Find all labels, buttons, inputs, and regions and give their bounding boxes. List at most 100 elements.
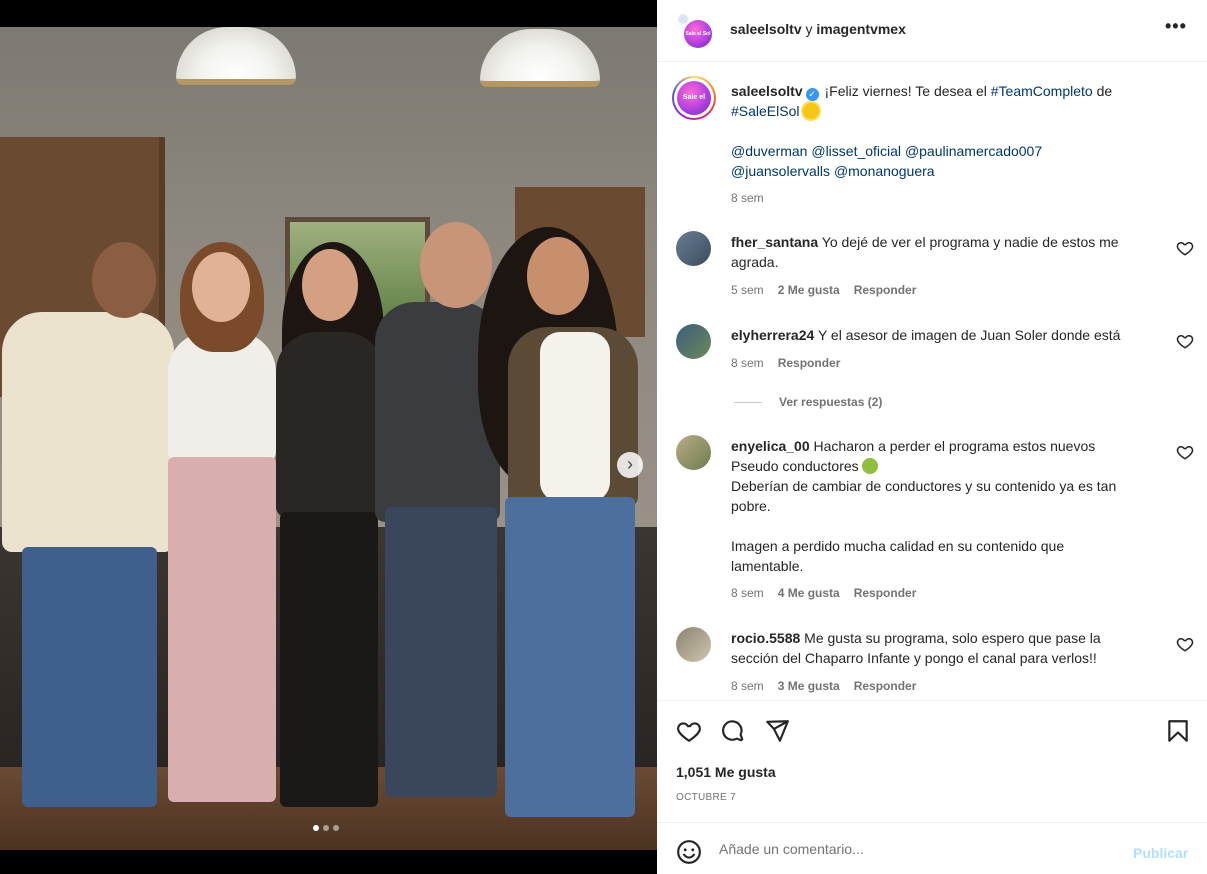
comment-username[interactable]: rocio.5588: [731, 630, 800, 646]
comment-text: rocio.5588 Me gusta su programa, solo es…: [731, 628, 1171, 668]
carousel-indicator: [313, 825, 339, 831]
comment-time: 8 sem: [731, 586, 764, 600]
sun-emoji-icon: [802, 103, 819, 119]
caption-text-before: ¡Feliz viernes! Te desea el: [824, 83, 987, 99]
mention-lisset-oficial[interactable]: @lisset_oficial: [811, 143, 901, 159]
header-collaborator-link[interactable]: imagentvmex: [816, 21, 905, 37]
comment-likes[interactable]: 2 Me gusta: [778, 283, 840, 297]
verified-badge-icon: ✓: [805, 88, 819, 101]
comment-time: 8 sem: [731, 356, 764, 370]
likes-count[interactable]: 1,051 Me gusta: [676, 764, 776, 780]
paper-plane-icon[interactable]: [764, 718, 790, 744]
comments-scroll-area[interactable]: Sale el Sol saleelsoltv✓ ¡Feliz viernes!…: [657, 63, 1207, 700]
comment-line: Pseudo conductores: [731, 458, 859, 474]
comment-line: lamentable.: [731, 558, 804, 574]
comment-meta: 5 sem 2 Me gusta Responder: [731, 283, 916, 297]
comment-heart-icon[interactable]: [1176, 239, 1194, 257]
hashtag-teamcompleto[interactable]: #TeamCompleto: [991, 83, 1093, 99]
mention-juansolervalls[interactable]: @juansolervalls: [731, 163, 830, 179]
sale-el-sol-logo-icon: Sale el Sol: [677, 81, 711, 115]
photo-person-3-head: [302, 249, 358, 321]
comment-line: Yo dejé de ver el programa y nadie de es…: [821, 234, 1119, 250]
mention-monanoguera[interactable]: @monanoguera: [834, 163, 935, 179]
comment-heart-icon[interactable]: [1176, 332, 1194, 350]
caption-text-mid: de: [1096, 83, 1113, 99]
post-date: OCTUBRE 7: [676, 792, 736, 803]
photo-person-1: [2, 312, 174, 552]
post-detail-panel: Sale el Sol saleelsoltv y imagentvmex ••…: [657, 0, 1207, 874]
comment-username[interactable]: elyherrera24: [731, 327, 814, 343]
comment-likes[interactable]: 4 Me gusta: [778, 586, 840, 600]
commenter-avatar[interactable]: [676, 231, 711, 266]
publish-button[interactable]: Publicar: [1133, 845, 1188, 861]
carousel-next-button[interactable]: ›: [617, 452, 643, 478]
photo-person-5-top: [540, 332, 610, 502]
comment-text: fher_santana Yo dejé de ver el programa …: [731, 232, 1171, 272]
replies-divider: [734, 402, 762, 403]
comment-username[interactable]: enyelica_00: [731, 438, 810, 454]
comment-line: Me gusta su programa, solo espero que pa…: [804, 630, 1101, 646]
reply-button[interactable]: Responder: [854, 679, 917, 693]
comment-username[interactable]: fher_santana: [731, 234, 818, 250]
comment-line: sección del Chaparro Infante y pongo el …: [731, 650, 1097, 666]
more-horizontal-icon[interactable]: •••: [1165, 16, 1187, 37]
comment-line: Y el asesor de imagen de Juan Soler dond…: [817, 327, 1121, 343]
comment-icon[interactable]: [720, 718, 746, 744]
reply-button[interactable]: Responder: [854, 283, 917, 297]
comment-line: Imagen a perdido mucha calidad en su con…: [731, 538, 1065, 554]
sale-el-sol-logo-icon: Sale el Sol: [684, 20, 712, 48]
comment-input[interactable]: [719, 837, 1099, 861]
post-photo[interactable]: ›: [0, 27, 657, 850]
caption-time[interactable]: 8 sem: [731, 191, 764, 205]
post-header: Sale el Sol saleelsoltv y imagentvmex ••…: [657, 0, 1207, 62]
reply-button[interactable]: Responder: [778, 356, 841, 370]
comment-time: 5 sem: [731, 283, 764, 297]
comment-line: Deberían de cambiar de conductores y su …: [731, 478, 1117, 494]
caption-text: saleelsoltv ✓ ¡Feliz viernes! Te desea el…: [731, 81, 1171, 121]
photo-person-2-pants: [168, 457, 276, 802]
carousel-dot: [333, 825, 339, 831]
comment-time: 8 sem: [731, 679, 764, 693]
commenter-avatar[interactable]: [676, 435, 711, 470]
post-header-title: saleelsoltv y imagentvmex: [730, 21, 906, 37]
photo-person-4-jeans: [385, 507, 497, 797]
bookmark-icon[interactable]: [1165, 718, 1191, 744]
mention-duverman[interactable]: @duverman: [731, 143, 807, 159]
account-avatar[interactable]: Sale el Sol: [674, 10, 714, 50]
photo-person-3-pants: [280, 512, 378, 807]
comment-composer: Publicar: [657, 822, 1207, 874]
comment-text: enyelica_00 Hacharon a perder el program…: [731, 436, 1171, 576]
carousel-dot: [323, 825, 329, 831]
carousel-dot-active: [313, 825, 319, 831]
photo-person-1-jeans: [22, 547, 157, 807]
emoji-smiley-icon[interactable]: [676, 839, 702, 865]
caption-meta: 8 sem: [731, 191, 764, 205]
photo-person-5-head: [527, 237, 589, 315]
header-connector: y: [805, 21, 813, 37]
comment-line: agrada.: [731, 254, 779, 270]
commenter-avatar[interactable]: [676, 627, 711, 662]
hashtag-saleelsol[interactable]: #SaleElSol: [731, 103, 800, 119]
photo-person-3: [276, 332, 384, 517]
reply-button[interactable]: Responder: [854, 586, 917, 600]
mention-paulinamercado007[interactable]: @paulinamercado007: [905, 143, 1042, 159]
comment-meta: 8 sem 3 Me gusta Responder: [731, 679, 916, 693]
commenter-avatar[interactable]: [676, 324, 711, 359]
comment-likes[interactable]: 3 Me gusta: [778, 679, 840, 693]
photo-person-5-jeans: [505, 497, 635, 817]
caption-avatar[interactable]: Sale el Sol: [672, 76, 716, 120]
caption-mentions: @duverman @lisset_oficial @paulinamercad…: [731, 141, 1171, 181]
caption-username[interactable]: saleelsoltv: [731, 83, 803, 99]
photo-person-2-head: [192, 252, 250, 322]
nauseated-face-emoji-icon: [861, 458, 878, 474]
comment-text: elyherrera24 Y el asesor de imagen de Ju…: [731, 325, 1171, 345]
comment-meta: 8 sem Responder: [731, 356, 840, 370]
header-account-link[interactable]: saleelsoltv: [730, 21, 802, 37]
comment-heart-icon[interactable]: [1176, 443, 1194, 461]
comment-meta: 8 sem 4 Me gusta Responder: [731, 586, 916, 600]
heart-icon[interactable]: [676, 718, 702, 744]
view-replies-button[interactable]: Ver respuestas (2): [779, 395, 882, 409]
photo-person-1-head: [92, 242, 156, 318]
comment-heart-icon[interactable]: [1176, 635, 1194, 653]
collaborator-avatar-icon: [676, 12, 690, 26]
